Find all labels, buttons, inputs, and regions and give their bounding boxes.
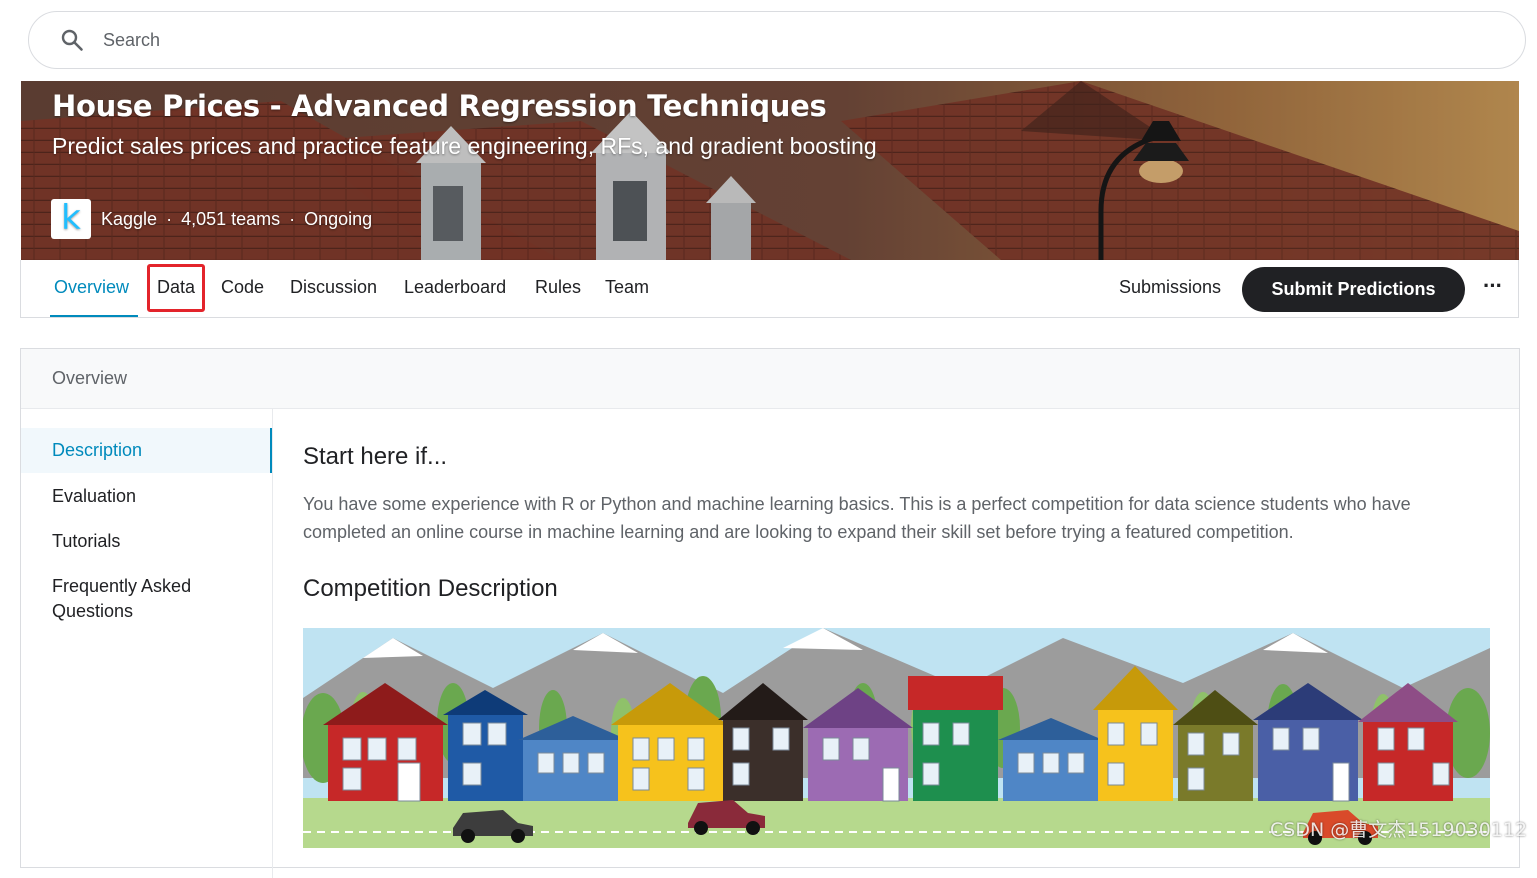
team-count: 4,051 teams [181, 208, 281, 229]
overview-sidebar: Description Evaluation Tutorials Frequen… [21, 408, 273, 878]
kaggle-logo-icon[interactable]: k [51, 199, 91, 239]
competition-title: House Prices - Advanced Regression Techn… [52, 89, 827, 123]
search-bar[interactable] [28, 11, 1526, 69]
sidebar-item-description[interactable]: Description [21, 428, 272, 473]
section-heading-competition-description: Competition Description [303, 575, 558, 602]
competition-banner: House Prices - Advanced Regression Techn… [21, 81, 1519, 260]
sidebar-item-faq[interactable]: Frequently Asked Questions [21, 574, 241, 624]
search-input[interactable] [101, 28, 1405, 52]
watermark: CSDN @曹文杰1519030112 [1270, 819, 1528, 841]
tab-overview[interactable]: Overview [54, 277, 129, 298]
sidebar-item-evaluation[interactable]: Evaluation [21, 484, 272, 509]
tab-leaderboard[interactable]: Leaderboard [404, 277, 506, 298]
competition-status: Ongoing [304, 208, 373, 229]
competition-tab-bar: Overview Data Code Discussion Leaderboar… [20, 260, 1519, 318]
competition-subtitle: Predict sales prices and practice featur… [52, 133, 877, 159]
overview-card: Overview Description Evaluation Tutorial… [20, 348, 1520, 878]
overview-header: Overview [21, 349, 1519, 409]
submit-predictions-button[interactable]: Submit Predictions [1242, 267, 1465, 312]
data-tab-highlight-box [147, 264, 205, 312]
submissions-link[interactable]: Submissions [1119, 277, 1221, 298]
host-name[interactable]: Kaggle [101, 209, 157, 230]
search-icon [61, 29, 83, 51]
tab-rules[interactable]: Rules [535, 277, 581, 298]
tab-code[interactable]: Code [221, 277, 264, 298]
more-options-icon[interactable]: ··· [1483, 273, 1503, 299]
active-tab-indicator [50, 315, 138, 317]
tab-team[interactable]: Team [605, 277, 649, 298]
separator-dot: · [289, 208, 296, 229]
description-paragraph: You have some experience with R or Pytho… [303, 494, 1411, 542]
competition-meta: k Kaggle · 4,051 teams · Ongoing [51, 199, 372, 239]
tab-discussion[interactable]: Discussion [290, 277, 377, 298]
section-heading-start-here: Start here if... [303, 443, 448, 470]
sidebar-item-tutorials[interactable]: Tutorials [21, 529, 272, 554]
separator-dot: · [166, 208, 173, 229]
